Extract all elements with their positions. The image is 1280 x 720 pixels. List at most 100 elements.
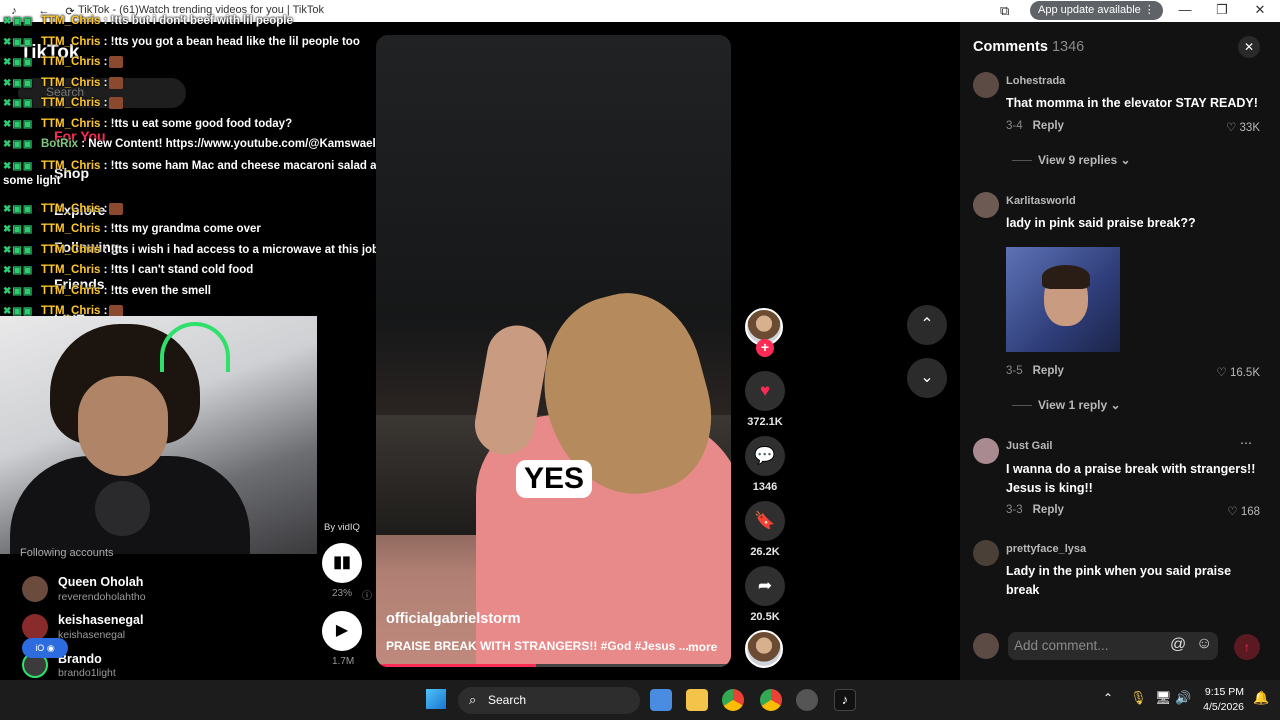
avatar[interactable] xyxy=(973,72,999,98)
comment-icon[interactable]: 💬 xyxy=(745,436,785,476)
caption-more-link[interactable]: more xyxy=(688,640,717,654)
microphone-tray-icon[interactable]: 🎙 xyxy=(1130,690,1147,706)
account-name[interactable]: Queen Oholah xyxy=(58,575,143,589)
add-comment-input[interactable]: Add comment... xyxy=(1008,632,1218,660)
chat-message: ✖▣▣ TTM_Chris : !tts you got a bean head … xyxy=(3,36,360,48)
stats-chart-icon[interactable]: ▮▮ xyxy=(322,543,362,583)
taskbar-search[interactable]: Search xyxy=(458,687,640,714)
minimize-icon[interactable]: — xyxy=(1175,2,1195,17)
chat-message: ✖▣▣ BotRix : New Content! https://www.you… xyxy=(3,138,392,150)
video-overlay-text: YES xyxy=(516,460,593,498)
mention-icon[interactable]: @ xyxy=(1170,636,1186,654)
view-replies-button[interactable]: View 1 reply ⌄ xyxy=(1012,398,1121,412)
app-update-button[interactable]: App update available ⋮ xyxy=(1030,1,1163,20)
chat-text: : xyxy=(103,56,108,69)
chat-message: ✖▣▣ TTM_Chris : xyxy=(3,202,124,215)
emoji-icon[interactable]: ☺ xyxy=(1196,635,1212,653)
account-handle: keishasenegal xyxy=(58,629,126,641)
reply-button[interactable]: Reply xyxy=(1033,504,1064,516)
chat-username: BotRix xyxy=(41,138,79,150)
extensions-icon[interactable]: ⧉ xyxy=(1000,3,1009,19)
chat-text: : !tts but i don't beef with lil people xyxy=(103,15,293,27)
heart-icon[interactable]: ♥ xyxy=(745,371,785,411)
following-accounts-header: Following accounts xyxy=(20,547,114,559)
comment-like[interactable]: ♡ 16.5K xyxy=(1212,365,1260,379)
creator-username[interactable]: officialgabrielstorm xyxy=(386,611,521,627)
comment-meta: 3-3 Reply xyxy=(1006,504,1064,516)
reply-button[interactable]: Reply xyxy=(1033,120,1064,132)
comments-title: Comments 1346 xyxy=(973,39,1085,55)
chat-badge-icon: ✖▣▣ xyxy=(3,118,34,130)
file-explorer-icon[interactable] xyxy=(686,689,708,711)
chevron-up-tray-icon[interactable]: ⌃ xyxy=(1103,691,1113,705)
video-player[interactable]: YES officialgabrielstorm PRAISE BREAK WI… xyxy=(376,35,731,667)
avatar[interactable] xyxy=(22,576,48,602)
close-window-icon[interactable]: ✕ xyxy=(1250,2,1270,18)
comment-username[interactable]: prettyface_lysa xyxy=(1006,543,1086,555)
vidiq-views: 1.7M xyxy=(332,656,355,667)
chat-text: : xyxy=(103,97,108,110)
play-icon[interactable]: ▶ xyxy=(322,611,362,651)
comment-like[interactable]: ♡ 168 xyxy=(1212,504,1260,518)
close-icon[interactable]: ✕ xyxy=(1238,36,1260,58)
chevron-down-icon[interactable]: ⌄ xyxy=(907,358,947,398)
vidiq-label: By vidIQ xyxy=(324,522,360,533)
network-icon[interactable]: 🖥 xyxy=(1155,690,1172,706)
comment-like[interactable]: ♡ 33K xyxy=(1212,120,1260,134)
video-caption: PRAISE BREAK WITH STRANGERS!! #God #Jesu… xyxy=(386,639,689,653)
chrome-icon[interactable] xyxy=(722,689,744,711)
reply-button[interactable]: Reply xyxy=(1033,365,1064,377)
avatar xyxy=(973,633,999,659)
notification-bell-icon[interactable]: 🔔 xyxy=(1253,690,1269,706)
chat-message: ✖▣▣ TTM_Chris : !tts but i don't beef wit… xyxy=(3,15,293,27)
chat-username: TTM_Chris xyxy=(41,97,101,110)
avatar[interactable] xyxy=(973,192,999,218)
volume-icon[interactable]: 🔊 xyxy=(1175,690,1191,706)
chat-emote-icon xyxy=(109,76,124,89)
comment-username[interactable]: Karlitasworld xyxy=(1006,195,1076,207)
comment-username[interactable]: Lohestrada xyxy=(1006,75,1065,87)
chat-emote-icon xyxy=(109,56,124,68)
obs-icon[interactable] xyxy=(796,689,818,711)
avatar[interactable] xyxy=(973,438,999,464)
chat-message: ✖▣▣ TTM_Chris : xyxy=(3,97,124,110)
chat-username: TTM_Chris xyxy=(41,264,101,276)
chat-badge-icon: ✖▣▣ xyxy=(3,285,34,297)
post-comment-button[interactable]: ↑ xyxy=(1234,634,1260,660)
windows-start-icon[interactable] xyxy=(426,689,446,709)
comment-username[interactable]: Just Gail xyxy=(1006,440,1052,452)
taskbar-clock[interactable]: 9:15 PM 4/5/2026 xyxy=(1196,685,1244,715)
chat-message: ✖▣▣ TTM_Chris : !tts i wish i had access … xyxy=(3,244,379,256)
bookmark-icon[interactable]: 🔖 xyxy=(745,501,785,541)
account-name[interactable]: keishasenegal xyxy=(58,613,143,627)
music-disc-avatar[interactable] xyxy=(745,630,783,668)
tiktok-app-icon[interactable]: ♪ xyxy=(834,689,856,711)
chat-text: : !tts u eat some good food today? xyxy=(103,117,293,130)
account-handle: reverendoholahtho xyxy=(58,591,146,603)
chat-message: ✖▣▣ TTM_Chris : !tts even the smell xyxy=(3,285,211,297)
like-count: 372.1K xyxy=(747,416,783,428)
share-icon[interactable]: ➦ xyxy=(745,566,785,606)
video-progress-bar[interactable] xyxy=(376,664,731,667)
comment-gif-image[interactable] xyxy=(1006,247,1120,352)
share-count: 20.5K xyxy=(750,611,780,623)
store-icon[interactable] xyxy=(650,689,672,711)
chevron-up-icon[interactable]: ⌃ xyxy=(907,305,947,345)
chat-badge-icon: ✖▣▣ xyxy=(3,265,34,276)
info-icon[interactable]: ⓘ xyxy=(362,587,372,602)
view-replies-button[interactable]: View 9 replies ⌄ xyxy=(1012,153,1131,167)
chat-badge-icon: ✖▣▣ xyxy=(3,36,34,48)
chrome-profile-icon[interactable] xyxy=(760,689,782,711)
chat-message: ✖▣▣ TTM_Chris : !tts some ham Mac and che… xyxy=(3,160,414,172)
streamer-webcam xyxy=(0,316,317,554)
chat-message: ✖▣▣ TTM_Chris : !tts u eat some good food… xyxy=(3,118,292,130)
chat-badge-icon: ✖▣▣ xyxy=(3,161,34,172)
avatar[interactable] xyxy=(22,614,48,640)
more-options-icon[interactable]: ⋯ xyxy=(1240,436,1252,450)
chat-username: TTM_Chris xyxy=(41,117,101,130)
overlay-widget-icon[interactable]: iO ◉ xyxy=(22,638,68,658)
avatar[interactable] xyxy=(973,540,999,566)
maximize-icon[interactable]: ❐ xyxy=(1212,2,1232,18)
chat-message: ✖▣▣ TTM_Chris : !tts my grandma come over xyxy=(3,223,261,235)
follow-plus-icon[interactable]: + xyxy=(756,339,774,357)
